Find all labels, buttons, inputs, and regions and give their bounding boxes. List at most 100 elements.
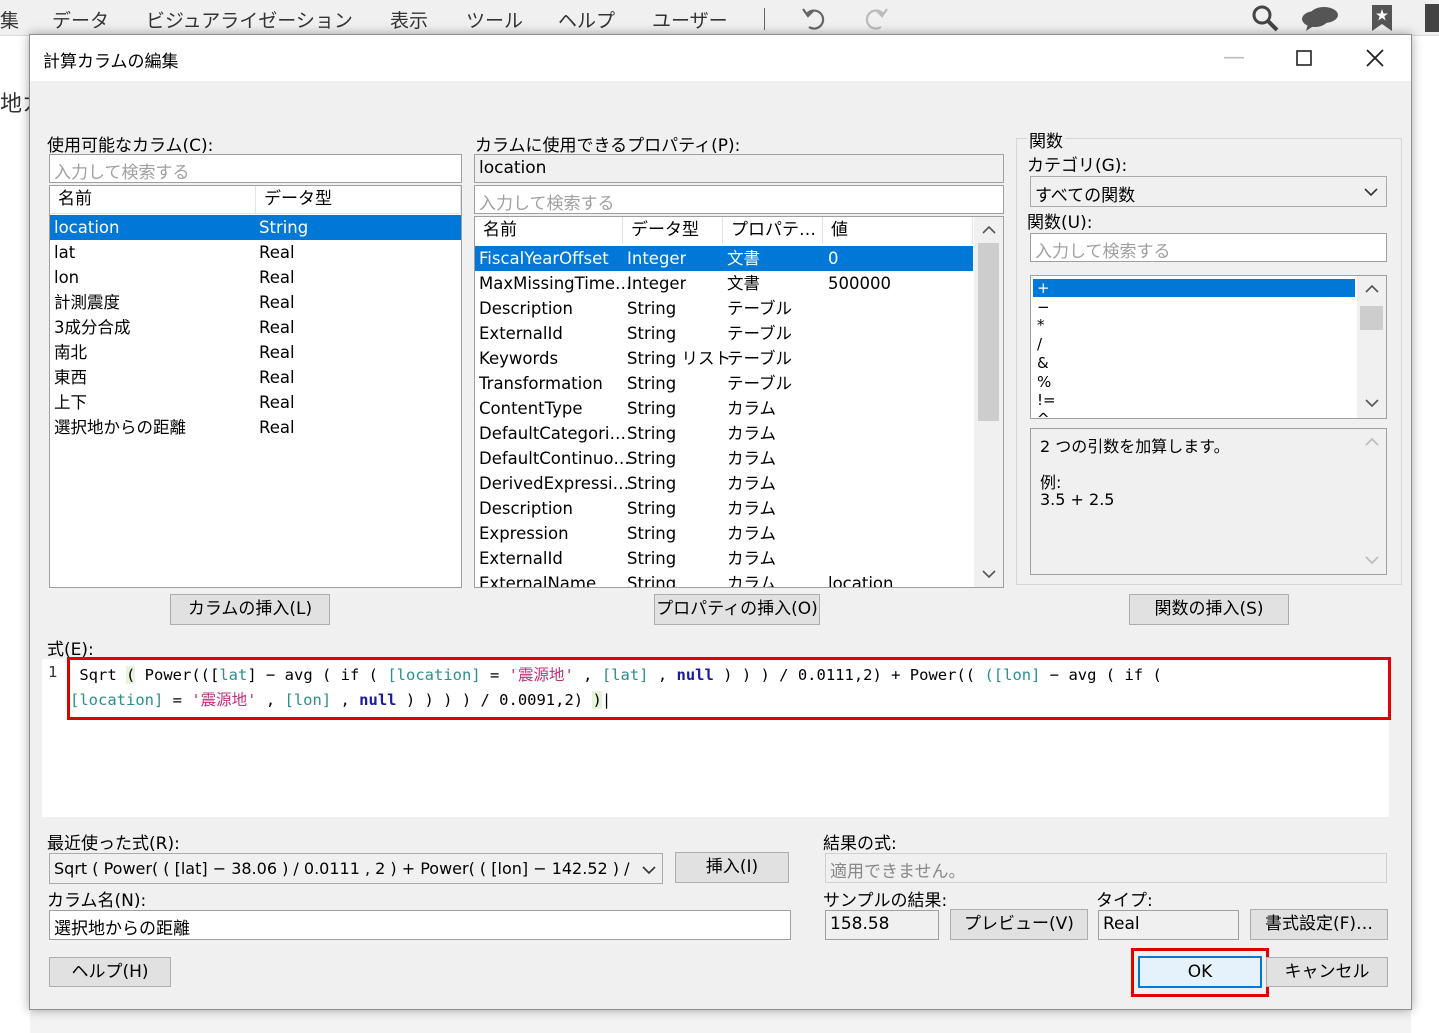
function-symbol: ^ <box>1037 409 1050 419</box>
property-name: DefaultContinuo… <box>479 449 630 468</box>
preview-button[interactable]: プレビュー(V) <box>950 909 1088 940</box>
insert-function-button[interactable]: 関数の挿入(S) <box>1129 594 1289 625</box>
column-row[interactable]: 東西 Real <box>50 365 461 390</box>
property-header-value[interactable]: 値 <box>823 217 973 244</box>
header-label: プロパテ… <box>731 220 816 240</box>
column-row[interactable]: 計測震度 Real <box>50 290 461 315</box>
function-symbol: / <box>1037 335 1043 354</box>
undo-icon[interactable] <box>800 5 828 31</box>
function-symbol: − <box>1037 297 1050 316</box>
function-item[interactable]: / <box>1033 335 1355 353</box>
property-kind: カラム <box>727 399 777 418</box>
scroll-down-icon[interactable] <box>1365 555 1379 565</box>
property-name: ExternalId <box>479 324 563 343</box>
properties-search-input[interactable]: 入力して検索する <box>474 185 1004 214</box>
property-header-name[interactable]: 名前 <box>475 217 623 244</box>
property-row[interactable]: DerivedExpressi… String カラム <box>475 471 973 496</box>
function-symbol: + <box>1037 279 1050 297</box>
property-row[interactable]: ExternalId String カラム <box>475 546 973 571</box>
function-item[interactable]: + <box>1033 279 1355 297</box>
menu-help[interactable]: ヘルプ <box>558 6 615 33</box>
column-row[interactable]: 選択地からの距離 Real <box>50 415 461 440</box>
property-value: location <box>828 574 894 588</box>
ok-button[interactable]: OK <box>1138 956 1262 988</box>
scroll-up-icon[interactable] <box>982 225 996 235</box>
scrollbar-thumb[interactable] <box>978 243 999 421</box>
result-expression-value: 適用できません。 <box>830 862 966 882</box>
column-header-name[interactable]: 名前 <box>50 186 256 213</box>
property-kind: 文書 <box>727 274 760 293</box>
help-button[interactable]: ヘルプ(H) <box>49 957 171 987</box>
comment-icon[interactable] <box>1300 4 1340 32</box>
property-row[interactable]: DefaultCategori… String カラム <box>475 421 973 446</box>
column-row[interactable]: 3成分合成 Real <box>50 315 461 340</box>
minimize-button[interactable]: — <box>1211 41 1257 75</box>
available-columns-search-input[interactable]: 入力して検索する <box>49 154 462 183</box>
menu-data[interactable]: データ <box>52 6 109 33</box>
scroll-up-icon[interactable] <box>1365 437 1379 447</box>
insert-property-button[interactable]: プロパティの挿入(O) <box>654 594 820 625</box>
property-type: Integer <box>627 249 687 268</box>
menu-tools[interactable]: ツール <box>466 6 523 33</box>
property-row[interactable]: ExternalId String テーブル <box>475 321 973 346</box>
function-item[interactable]: − <box>1033 298 1355 316</box>
search-icon[interactable] <box>1250 3 1280 33</box>
menu-visualization[interactable]: ビジュアライゼーション <box>146 6 353 33</box>
column-row[interactable]: lat Real <box>50 240 461 265</box>
property-kind: カラム <box>727 549 777 568</box>
property-row[interactable]: Transformation String テーブル <box>475 371 973 396</box>
column-name: 3成分合成 <box>54 318 131 337</box>
column-name-input[interactable]: 選択地からの距離 <box>49 910 791 940</box>
cancel-button[interactable]: キャンセル <box>1266 957 1388 987</box>
function-item[interactable]: != <box>1033 391 1355 409</box>
property-row[interactable]: DefaultContinuo… String カラム <box>475 446 973 471</box>
scroll-down-icon[interactable] <box>982 569 996 579</box>
bookmark-icon[interactable] <box>1370 3 1394 33</box>
function-search-input[interactable]: 入力して検索する <box>1030 233 1387 262</box>
menu-view[interactable]: 表示 <box>390 6 428 33</box>
expression-editor[interactable]: 1 Sqrt ( Power(([lat] − avg ( if ( [loca… <box>42 657 1391 817</box>
close-button[interactable] <box>1352 41 1398 75</box>
property-header-kind[interactable]: プロパテ… <box>723 217 823 244</box>
maximize-button[interactable] <box>1281 41 1327 75</box>
function-list-scrollbar[interactable] <box>1357 276 1386 418</box>
format-settings-button[interactable]: 書式設定(F)… <box>1250 909 1388 940</box>
column-row[interactable]: lon Real <box>50 265 461 290</box>
scroll-down-icon[interactable] <box>1365 398 1379 408</box>
redo-icon[interactable] <box>862 5 890 31</box>
column-header-type[interactable]: データ型 <box>256 186 461 213</box>
property-row[interactable]: ContentType String カラム <box>475 396 973 421</box>
property-row[interactable]: FiscalYearOffset Integer 文書 0 <box>475 246 973 271</box>
property-row[interactable]: Expression String カラム <box>475 521 973 546</box>
insert-column-button[interactable]: カラムの挿入(L) <box>170 594 330 625</box>
insert-recent-button[interactable]: 挿入(I) <box>675 852 789 883</box>
description-text: 2 つの引数を加算します。 <box>1040 437 1230 456</box>
column-row-location[interactable]: location String <box>50 215 461 240</box>
recent-expressions-select[interactable]: Sqrt ( Power( ( [lat] − 38.06 ) / 0.0111… <box>49 853 663 884</box>
dialog-title: 計算カラムの編集 <box>43 52 179 72</box>
background-page-left: 地カ <box>0 36 30 1033</box>
menu-edit-fragment[interactable]: 集 <box>0 6 19 33</box>
property-row[interactable]: Description String テーブル <box>475 296 973 321</box>
function-item[interactable]: & <box>1033 354 1355 372</box>
menu-user[interactable]: ユーザー <box>652 6 728 33</box>
column-row[interactable]: 南北 Real <box>50 340 461 365</box>
function-item[interactable]: % <box>1033 373 1355 391</box>
scroll-up-icon[interactable] <box>1365 284 1379 294</box>
property-row[interactable]: ExternalName String カラム location <box>475 571 973 588</box>
properties-scrollbar[interactable] <box>974 217 1003 587</box>
scrollbar-thumb[interactable] <box>1360 306 1383 330</box>
function-item[interactable]: ^ <box>1033 409 1355 419</box>
property-row[interactable]: Keywords String リスト テーブル <box>475 346 973 371</box>
function-item[interactable]: * <box>1033 316 1355 334</box>
property-row[interactable]: Description String カラム <box>475 496 973 521</box>
sample-result-value: 158.58 <box>830 914 890 934</box>
column-name-label: カラム名(N): <box>47 891 147 911</box>
property-header-type[interactable]: データ型 <box>623 217 723 244</box>
column-row[interactable]: 上下 Real <box>50 390 461 415</box>
category-select[interactable]: すべての関数 <box>1030 176 1387 207</box>
functions-group-label: 関数 <box>1027 127 1065 152</box>
property-name: Keywords <box>479 349 559 368</box>
result-expression-label: 結果の式: <box>823 834 897 854</box>
property-row[interactable]: MaxMissingTime… Integer 文書 500000 <box>475 271 973 296</box>
